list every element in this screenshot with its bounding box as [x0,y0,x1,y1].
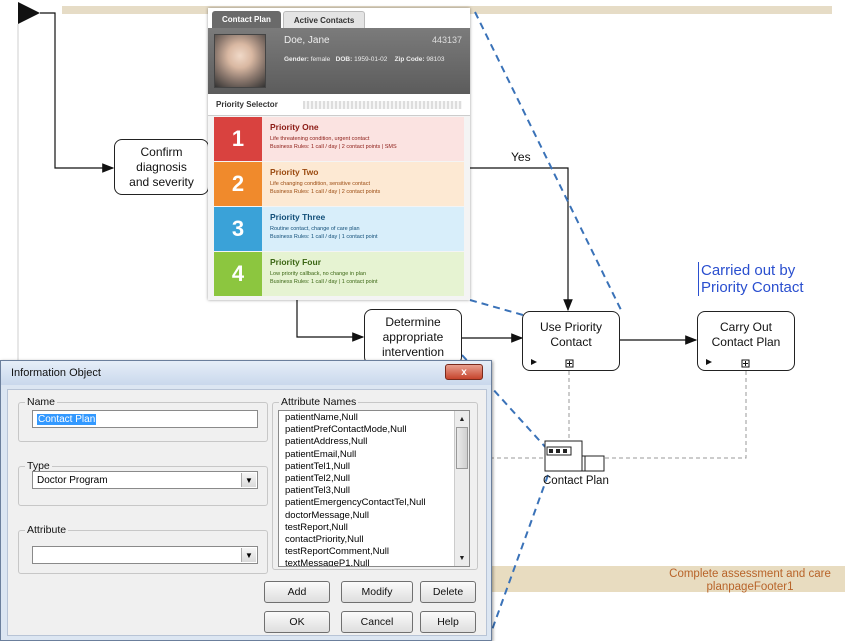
priority-title: Priority Three [270,212,326,222]
attribute-names-list[interactable]: patientName,Null patientPrefContactMode,N… [278,410,470,567]
confirm-diagnosis-task[interactable]: Confirm diagnosis and severity [114,139,209,195]
priority-card[interactable]: 2 Priority Two Life changing condition, se… [214,162,464,206]
priority-desc: Routine contact, change of care plan [270,226,360,232]
cancel-button[interactable]: Cancel [341,611,413,633]
tab-contact-plan[interactable]: Contact Plan [212,11,281,28]
edge-yes [470,167,573,312]
list-item[interactable]: textMessageP1,Null [279,558,469,566]
priority-desc: Life changing condition, sensitive conta… [270,181,370,187]
type-select[interactable]: Doctor Program ▼ [32,471,258,489]
list-item[interactable]: patientAddress,Null [279,436,469,448]
zoom-line-4 [487,474,549,641]
attribute-names-legend: Attribute Names [281,396,357,408]
chevron-down-icon[interactable]: ▼ [241,473,256,487]
contact-plan-data-object-icon[interactable] [544,440,605,472]
list-item[interactable]: patientTel1,Null [279,461,469,473]
priority-body: Priority Four Low priority callback, no c… [262,252,464,296]
close-button[interactable]: x [445,364,483,380]
priority-rules: Business Rules: 1 call / day | 1 contact… [270,279,378,285]
dialog-body: Name Contact Plan Type Doctor Program ▼ … [7,389,487,636]
list-item[interactable]: contactPriority,Null [279,534,469,546]
determine-intervention-task[interactable]: Determine appropriate intervention [364,309,462,365]
tab-active-contacts[interactable]: Active Contacts [282,11,366,28]
determine-intervention-label: Determine appropriate intervention [381,314,445,359]
list-item[interactable]: patientName,Null [279,412,469,424]
priority-rules: Business Rules: 1 call / day | 2 contact… [270,189,381,195]
list-item[interactable]: doctorMessage,Null [279,510,469,522]
name-legend: Name [27,396,56,408]
contact-plan-label: Contact Plan [543,475,609,487]
list-item[interactable]: patientEmail,Null [279,449,469,461]
start-event[interactable] [18,2,40,24]
use-priority-contact-task[interactable]: Use Priority Contact [522,311,620,371]
carry-out-contact-plan-task[interactable]: Carry Out Contact Plan [697,311,795,371]
priority-desc: Low priority callback, no change in plan [270,271,367,277]
priority-list: 1 Priority One Life threatening condition,… [208,117,470,296]
use-priority-contact-label: Use Priority Contact [539,320,602,349]
contact-plan-widget: Contact Plan Active Contacts Doe, Jane 4… [208,8,470,300]
list-item[interactable]: patientPrefContactMode,Null [279,424,469,436]
priority-body: Priority One Life threatening condition, … [262,117,464,161]
patient-photo [214,34,266,88]
modify-button[interactable]: Modify [341,581,413,603]
attribute-legend: Attribute [27,524,67,536]
information-object-dialog: Information Object x Name Contact Plan T… [0,360,492,641]
patient-id: 443137 [431,35,462,45]
priority-body: Priority Three Routine contact, change of… [262,207,464,251]
add-button[interactable]: Add [264,581,330,603]
edge-to-determine [296,300,365,342]
widget-tabs: Contact Plan Active Contacts [208,8,470,28]
patient-meta: Gender: female DOB: 1959-01-02 Zip Code:… [284,56,445,63]
zoom-line-1 [474,11,623,313]
canvas: Complete assessment and care planpageFoo… [0,0,845,641]
scroll-down-icon[interactable]: ▼ [456,551,468,565]
priority-rules: Business Rules: 1 call / day | 2 contact… [270,144,397,150]
priority-number: 1 [214,117,262,161]
scroll-up-icon[interactable]: ▲ [456,412,468,426]
priority-title: Priority Two [270,167,319,177]
assoc-carry-plan [604,371,747,459]
carried-line-2: Priority Contact [701,279,804,296]
priority-number: 2 [214,162,262,206]
patient-header: Doe, Jane 443137 Gender: female DOB: 195… [208,28,470,94]
priority-card[interactable]: 4 Priority Four Low priority callback, no … [214,252,464,296]
delete-button[interactable]: Delete [420,581,476,603]
zoom-line-2 [469,299,524,316]
carried-out-annotation: Carried out by Priority Contact [698,262,804,296]
list-item[interactable]: testReport,Null [279,522,469,534]
priority-card[interactable]: 3 Priority Three Routine contact, change o… [214,207,464,251]
patient-name: Doe, Jane [284,35,330,46]
priority-title: Priority Four [270,257,322,267]
dialog-titlebar[interactable]: Information Object [1,361,491,385]
scroll-thumb[interactable] [456,427,468,469]
list-item[interactable]: testReportComment,Null [279,546,469,558]
name-input[interactable]: Contact Plan [32,410,258,428]
confirm-diagnosis-label: Confirm diagnosis and severity [129,144,194,189]
priority-card[interactable]: 1 Priority One Life threatening condition,… [214,117,464,161]
priority-desc: Life threatening condition, urgent conta… [270,136,370,142]
edge-start-confirm [40,12,115,173]
attribute-select[interactable]: ▼ [32,546,258,564]
list-item[interactable]: patientEmergencyContactTel,Null [279,497,469,509]
priority-rules: Business Rules: 1 call / day | 1 contact… [270,234,378,240]
ok-button[interactable]: OK [264,611,330,633]
yes-label: Yes [511,150,531,164]
priority-selector-title: Priority Selector [208,94,470,116]
carry-out-contact-plan-label: Carry Out Contact Plan [711,320,781,349]
dialog-title: Information Object [11,367,101,379]
chevron-down-icon[interactable]: ▼ [241,548,256,562]
attribute-list-scrollbar[interactable]: ▲ ▼ [454,411,469,566]
priority-body: Priority Two Life changing condition, sen… [262,162,464,206]
list-item[interactable]: patientTel3,Null [279,485,469,497]
carried-line-1: Carried out by [701,262,796,279]
help-button[interactable]: Help [420,611,476,633]
priority-title: Priority One [270,122,319,132]
list-item[interactable]: patientTel2,Null [279,473,469,485]
priority-number: 4 [214,252,262,296]
priority-number: 3 [214,207,262,251]
